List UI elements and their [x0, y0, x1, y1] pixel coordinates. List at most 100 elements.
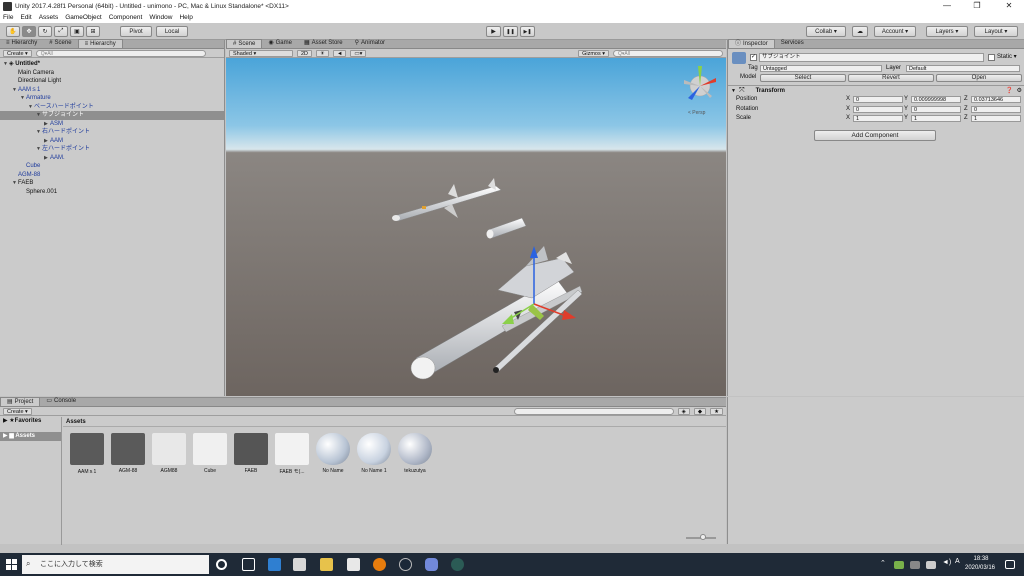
model-open-button[interactable]: Open	[936, 74, 1022, 82]
menu-help[interactable]: Help	[179, 14, 192, 21]
hierarchy-item[interactable]: ▶ AAM	[0, 137, 224, 146]
asset-item[interactable]: FAEB モ(...	[275, 433, 309, 475]
tab-animator[interactable]: ⚲ Animator	[349, 39, 391, 48]
task-view-icon[interactable]	[242, 558, 255, 571]
add-component-button[interactable]: Add Component	[814, 130, 936, 141]
file-explorer-icon[interactable]	[320, 558, 333, 571]
asset-item[interactable]: No Name	[316, 433, 350, 474]
taskbar-search-input[interactable]: ここに入力して検索	[22, 555, 209, 574]
transform-y-field[interactable]: 0	[911, 105, 961, 113]
model-revert-button[interactable]: Revert	[848, 74, 934, 82]
missile-small-model[interactable]	[392, 178, 502, 222]
asset-item[interactable]: FAEB	[234, 433, 268, 474]
minimize-button[interactable]: —	[932, 0, 962, 12]
tag-dropdown[interactable]: Untagged	[760, 65, 882, 72]
lighting-toggle-icon[interactable]: ☀	[316, 49, 329, 57]
cylinder-model[interactable]	[486, 217, 527, 239]
filter-label-icon[interactable]: ◆	[693, 407, 707, 415]
asset-item[interactable]: Cube	[193, 433, 227, 474]
account-dropdown[interactable]: Account ▾	[874, 26, 916, 37]
tab-project[interactable]: ▤ Project	[0, 397, 41, 406]
pivot-toggle[interactable]: Pivot	[120, 26, 152, 37]
notification-icon[interactable]	[1005, 560, 1015, 569]
assets-folder-item[interactable]: ▶ ▆ Assets	[0, 432, 61, 441]
cloud-icon[interactable]: ☁	[852, 26, 868, 37]
create-dropdown[interactable]: Create ▾	[3, 407, 32, 415]
tab-hierarchy-1[interactable]: ≡ Hierarchy	[0, 39, 43, 48]
hierarchy-item[interactable]: Cube	[0, 162, 224, 171]
object-name-field[interactable]: サブジョイント	[759, 53, 984, 62]
star-icon[interactable]: ★	[710, 407, 723, 415]
rotate-tool-icon[interactable]: ↻	[38, 26, 52, 37]
transform-x-field[interactable]: 0	[853, 105, 903, 113]
layer-dropdown[interactable]: Default	[906, 65, 1020, 72]
collab-button[interactable]: Collab ▾	[806, 26, 846, 37]
persp-label[interactable]: < Persp	[688, 110, 705, 116]
shading-dropdown[interactable]: Shaded ▾	[229, 49, 293, 57]
help-icon[interactable]: ❓	[1006, 87, 1013, 94]
orientation-gizmo[interactable]	[684, 66, 716, 100]
transform-y-field[interactable]: 1	[911, 115, 961, 122]
tab-scene-small[interactable]: # Scene	[43, 39, 77, 48]
tab-asset-store[interactable]: ▦ Asset Store	[298, 39, 349, 48]
scene-root[interactable]: ▼◈ Untitled*	[3, 60, 40, 69]
project-search-input[interactable]	[513, 407, 674, 415]
transform-z-field[interactable]: 1	[971, 115, 1021, 122]
discord-icon[interactable]	[425, 558, 438, 571]
hierarchy-item[interactable]: Directional Light	[0, 77, 224, 86]
transform-z-field[interactable]: 0	[971, 105, 1021, 113]
local-toggle[interactable]: Local	[156, 26, 188, 37]
store-icon[interactable]	[293, 558, 306, 571]
tab-game[interactable]: ◉ Game	[262, 39, 298, 48]
hierarchy-item[interactable]: ▼右ハードポイント	[0, 128, 224, 137]
layout-dropdown[interactable]: Layout ▾	[974, 26, 1018, 37]
zoom-slider-handle[interactable]	[700, 534, 706, 540]
scale-tool-icon[interactable]: ⤢	[54, 26, 68, 37]
ime-icon[interactable]: A	[955, 558, 960, 565]
menu-gameobject[interactable]: GameObject	[65, 14, 102, 21]
tab-inspector[interactable]: ⓘ Inspector	[728, 39, 775, 48]
effects-dropdown-icon[interactable]: ▭▾	[350, 49, 367, 57]
windows-start-icon[interactable]	[6, 559, 17, 570]
clock-time[interactable]: 18:38	[966, 556, 996, 562]
transform-header[interactable]: ▼ ⤧ Transform ❓ ⚙	[728, 85, 1024, 95]
model-select-button[interactable]: Select	[760, 74, 846, 82]
steam-icon[interactable]	[399, 558, 412, 571]
tab-hierarchy-2[interactable]: ≡ Hierarchy	[77, 39, 123, 48]
clock-date[interactable]: 2020/03/16	[960, 565, 1000, 571]
hierarchy-item[interactable]: ▼FAEB	[0, 179, 224, 188]
tab-services[interactable]: Services	[775, 39, 810, 48]
2d-toggle[interactable]: 2D	[297, 49, 313, 57]
transform-tool-icon[interactable]: ⊞	[86, 26, 100, 37]
static-checkbox[interactable]	[988, 54, 995, 61]
scene-viewport[interactable]: < Persp	[226, 58, 726, 396]
transform-x-field[interactable]: 0	[853, 96, 903, 103]
step-button[interactable]: ▶❚	[520, 26, 535, 37]
settings-gear-icon[interactable]: ⚙	[1017, 87, 1022, 94]
active-checkbox[interactable]: ✓	[750, 54, 757, 61]
rect-tool-icon[interactable]: ▣	[70, 26, 84, 37]
unity-taskbar-icon[interactable]	[347, 558, 360, 571]
favorites-item[interactable]: ▶ ★Favorites	[0, 417, 61, 426]
hierarchy-item[interactable]: Main Camera	[0, 69, 224, 78]
hierarchy-item[interactable]: ▼ベースハードポイント	[0, 103, 224, 112]
layers-dropdown[interactable]: Layers ▾	[926, 26, 968, 37]
hand-tool-icon[interactable]: ✋	[6, 26, 20, 37]
hierarchy-item[interactable]: ▶ ASM	[0, 120, 224, 129]
hierarchy-item[interactable]: ▶ AAM.	[0, 154, 224, 163]
tray-chevron-up-icon[interactable]: ⌃	[880, 559, 886, 567]
cortana-icon[interactable]	[216, 559, 227, 570]
asset-item[interactable]: No Name 1	[357, 433, 391, 474]
static-label[interactable]: Static ▾	[997, 53, 1017, 61]
audio-toggle-icon[interactable]: ◄	[332, 49, 347, 57]
hierarchy-item[interactable]: AGM-88	[0, 171, 224, 180]
menu-file[interactable]: File	[3, 14, 13, 21]
hierarchy-search-input[interactable]: Q▾All	[35, 49, 206, 57]
breadcrumb[interactable]: Assets	[63, 417, 726, 427]
filter-type-icon[interactable]: ◈	[677, 407, 690, 415]
edge-icon[interactable]	[268, 558, 281, 571]
nvidia-icon[interactable]	[894, 561, 904, 569]
blender-icon[interactable]	[373, 558, 386, 571]
hierarchy-item[interactable]: Sphere.001	[0, 188, 224, 197]
menu-assets[interactable]: Assets	[39, 14, 59, 21]
